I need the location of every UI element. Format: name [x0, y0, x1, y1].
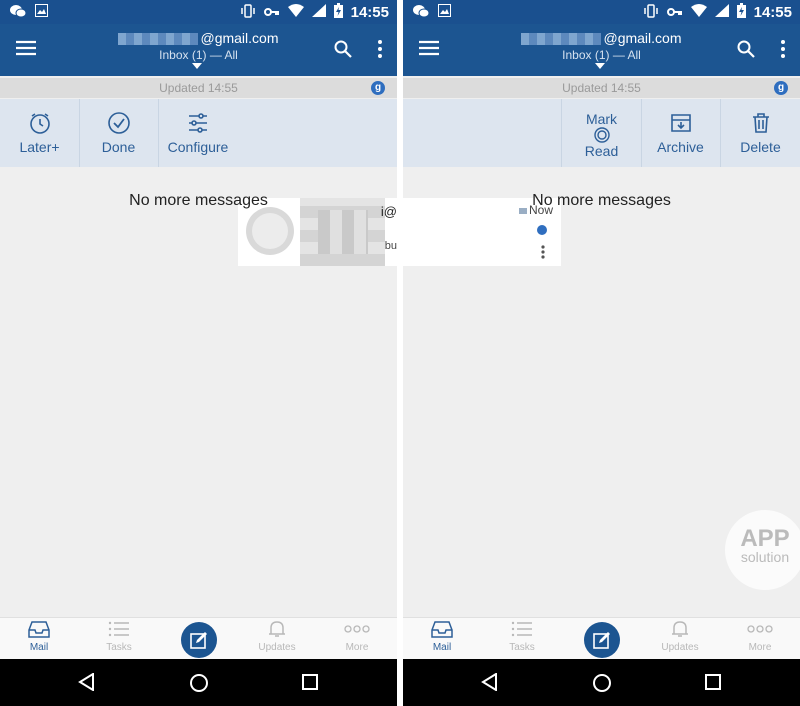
back-icon[interactable]	[481, 672, 499, 696]
compose-button[interactable]	[584, 622, 620, 658]
empty-message: No more messages	[129, 192, 268, 209]
tab-tasks[interactable]: Tasks	[89, 620, 149, 653]
dropdown-caret-icon[interactable]	[595, 63, 605, 69]
google-badge: g	[774, 81, 788, 95]
configure-label: Configure	[167, 139, 229, 155]
system-nav-bar	[403, 659, 800, 706]
wifi-icon	[287, 4, 304, 21]
wifi-icon	[690, 4, 707, 21]
battery-charging-icon	[333, 3, 343, 22]
compose-icon	[593, 632, 610, 649]
mark-label: Mark	[585, 111, 618, 127]
archive-icon	[670, 114, 691, 132]
tab-updates[interactable]: Updates	[650, 620, 710, 653]
vibrate-icon	[240, 3, 256, 22]
done-label: Done	[101, 139, 136, 155]
delete-button[interactable]: Delete	[721, 99, 800, 167]
redacted-preview	[318, 210, 368, 254]
more-dots-icon	[344, 625, 370, 633]
swipe-actions-right: Now Mark Read Archive Delete	[403, 99, 800, 266]
compose-button[interactable]	[181, 622, 217, 658]
later-label: Later+	[19, 139, 60, 155]
swipe-actions-left: Later+ Done Configure i@ bu	[0, 99, 397, 266]
bottom-nav: Mail Tasks Updates More	[403, 617, 800, 660]
signal-icon	[714, 4, 729, 21]
status-bar: 14:55	[0, 0, 397, 24]
mark-read-button[interactable]: Mark Read	[561, 99, 642, 167]
redacted-email	[521, 33, 602, 46]
preview-edge-text: bu	[384, 240, 397, 252]
trash-icon	[752, 113, 769, 133]
watermark-logo: APP solution	[725, 510, 800, 590]
check-circle-icon	[107, 112, 130, 134]
right-screen: 14:55 @gmail.com Inbox (1) — All Updated…	[403, 0, 800, 706]
read-label: Read	[584, 143, 619, 159]
key-icon	[666, 4, 683, 21]
redacted-email	[118, 33, 199, 46]
tab-tasks[interactable]: Tasks	[492, 620, 552, 653]
updated-text: Updated 14:55	[159, 81, 238, 95]
wechat-icon	[413, 4, 430, 23]
vibrate-icon	[643, 3, 659, 22]
clock-time: 14:55	[753, 4, 792, 21]
overflow-menu-icon[interactable]	[378, 40, 382, 63]
empty-message: No more messages	[532, 192, 671, 209]
compose-icon	[190, 632, 207, 649]
back-icon[interactable]	[78, 672, 96, 696]
more-dots-icon	[747, 625, 773, 633]
tab-updates[interactable]: Updates	[247, 620, 307, 653]
tab-mail[interactable]: Mail	[9, 620, 69, 653]
dropdown-caret-icon[interactable]	[192, 63, 202, 69]
inbox-icon	[431, 621, 453, 638]
home-icon[interactable]	[189, 673, 209, 698]
updated-bar: Updated 14:55 g	[0, 78, 397, 98]
image-icon	[35, 4, 48, 23]
tab-mail[interactable]: Mail	[412, 620, 472, 653]
configure-button[interactable]: Configure	[158, 99, 238, 167]
battery-charging-icon	[736, 3, 746, 22]
google-badge: g	[371, 81, 385, 95]
tab-more[interactable]: More	[327, 620, 387, 653]
app-bar: @gmail.com Inbox (1) — All	[403, 24, 800, 76]
key-icon	[263, 4, 280, 21]
row-menu-icon[interactable]	[541, 245, 545, 264]
home-icon[interactable]	[592, 673, 612, 698]
done-button[interactable]: Done	[79, 99, 159, 167]
bell-icon	[672, 621, 688, 637]
image-icon	[438, 4, 451, 23]
list-icon	[511, 621, 532, 637]
signal-icon	[311, 4, 326, 21]
updated-bar: Updated 14:55 g	[403, 78, 800, 98]
later-button[interactable]: Later+	[0, 99, 80, 167]
recents-icon[interactable]	[301, 673, 319, 696]
list-icon	[108, 621, 129, 637]
search-icon[interactable]	[737, 40, 755, 63]
app-bar: @gmail.com Inbox (1) — All	[0, 24, 397, 76]
search-icon[interactable]	[334, 40, 352, 63]
bottom-nav: Mail Tasks Updates More	[0, 617, 397, 660]
clock-icon	[29, 113, 50, 134]
left-screen: 14:55 @gmail.com Inbox (1) — All Updated…	[0, 0, 397, 706]
recents-icon[interactable]	[704, 673, 722, 696]
unread-dot	[537, 225, 547, 235]
overflow-menu-icon[interactable]	[781, 40, 785, 63]
avatar	[246, 207, 294, 255]
delete-label: Delete	[740, 139, 781, 155]
system-nav-bar	[0, 659, 397, 706]
sliders-icon	[189, 113, 207, 133]
archive-label: Archive	[657, 139, 704, 155]
inbox-icon	[28, 621, 50, 638]
mark-read-icon	[593, 127, 610, 143]
updated-text: Updated 14:55	[562, 81, 641, 95]
clock-time: 14:55	[350, 4, 389, 21]
bell-icon	[269, 621, 285, 637]
tab-more[interactable]: More	[730, 620, 790, 653]
status-bar: 14:55	[403, 0, 800, 24]
wechat-icon	[10, 4, 27, 23]
archive-button[interactable]: Archive	[641, 99, 721, 167]
